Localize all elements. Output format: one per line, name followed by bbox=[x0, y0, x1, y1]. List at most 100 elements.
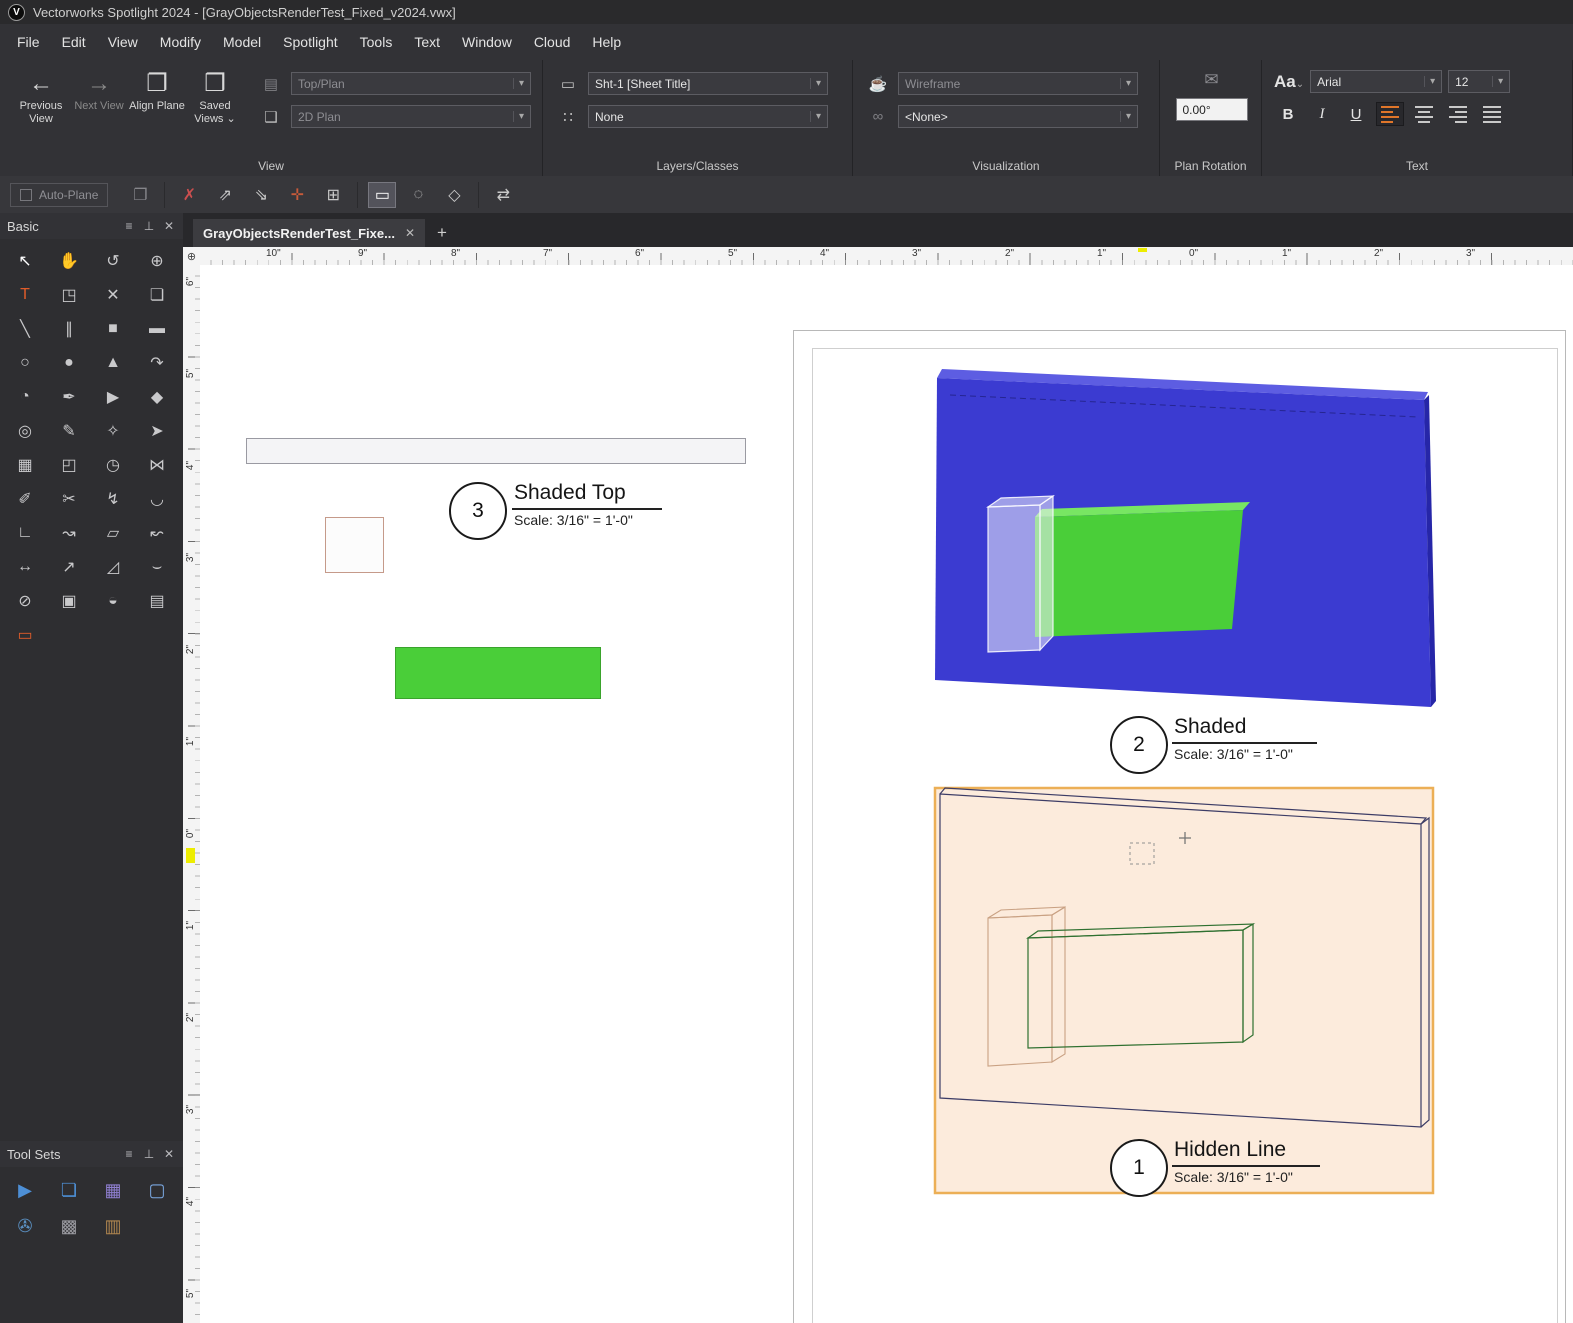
sketch-arrow-tool[interactable]: ↗ bbox=[47, 550, 91, 584]
font-style-icon[interactable]: Aa⌄ bbox=[1274, 72, 1304, 92]
polygon-marquee-icon[interactable]: ◇ bbox=[440, 182, 468, 208]
drawing-label-number[interactable]: 1 bbox=[1110, 1139, 1168, 1197]
menu-text[interactable]: Text bbox=[403, 27, 451, 57]
star-tool[interactable]: ✧ bbox=[91, 414, 135, 448]
menu-spotlight[interactable]: Spotlight bbox=[272, 27, 348, 57]
previous-view-button[interactable]: ← Previous View bbox=[12, 70, 70, 154]
freehand-tool[interactable]: ✎ bbox=[47, 414, 91, 448]
font-size-dropdown[interactable]: 12 ▾ bbox=[1448, 70, 1511, 93]
shear-tool[interactable]: ↜ bbox=[135, 516, 179, 550]
layer-dropdown[interactable]: Sht-1 [Sheet Title] ▾ bbox=[588, 72, 828, 95]
drawing-label[interactable]: Hidden Line Scale: 3/16" = 1'-0" bbox=[1172, 1138, 1320, 1185]
pen-tool[interactable]: ✒ bbox=[47, 380, 91, 414]
corner-tool[interactable]: ∟ bbox=[3, 516, 47, 550]
callout-tool[interactable]: ◳ bbox=[47, 278, 91, 312]
menu-window[interactable]: Window bbox=[451, 27, 523, 57]
eyedropper-tool[interactable]: ✐ bbox=[3, 482, 47, 516]
menu-help[interactable]: Help bbox=[581, 27, 632, 57]
lasso-marquee-icon[interactable]: ◌ bbox=[404, 182, 432, 208]
auto-plane-toggle[interactable]: Auto-Plane bbox=[10, 182, 109, 207]
move-3d-constraint-icon[interactable]: ⇘ bbox=[247, 182, 275, 208]
circle-tool[interactable]: ○ bbox=[3, 346, 47, 380]
small-square-shape[interactable] bbox=[325, 517, 384, 573]
quarter-arc-tool[interactable]: ◔ bbox=[3, 380, 47, 414]
prohibit-tool[interactable]: ⊘ bbox=[3, 584, 47, 618]
viewport-1-hidden-line[interactable] bbox=[933, 786, 1435, 1195]
polygon-tool[interactable]: ◆ bbox=[135, 380, 179, 414]
drawing-label-number[interactable]: 3 bbox=[449, 482, 507, 540]
palette-pin-icon[interactable]: ⊥ bbox=[142, 1147, 156, 1161]
empty-rectangle-shape[interactable] bbox=[246, 438, 746, 464]
align-plane-toggle-icon[interactable]: ⊞ bbox=[319, 182, 347, 208]
spotlight-instrument-tool[interactable]: ▶ bbox=[3, 1172, 47, 1208]
menu-edit[interactable]: Edit bbox=[51, 27, 97, 57]
palette-menu-icon[interactable]: ≡ bbox=[122, 1147, 136, 1161]
banner-tool[interactable]: ▶ bbox=[91, 380, 135, 414]
clip-corner-tool[interactable]: ◿ bbox=[91, 550, 135, 584]
protractor-tool[interactable]: ◒ bbox=[91, 584, 135, 618]
spiral-tool[interactable]: ◎ bbox=[3, 414, 47, 448]
ruler-origin-corner[interactable]: ⊕ bbox=[183, 247, 201, 266]
viewport-tool[interactable]: ▣ bbox=[47, 584, 91, 618]
resize-constraint-icon[interactable]: ⇗ bbox=[211, 182, 239, 208]
palette-close-icon[interactable]: ✕ bbox=[162, 219, 176, 233]
projector-tool[interactable]: ▥ bbox=[91, 1208, 135, 1244]
tab-close-icon[interactable]: ✕ bbox=[405, 226, 415, 240]
font-dropdown[interactable]: Arial ▾ bbox=[1310, 70, 1443, 93]
mirror-tool[interactable]: ⋈ bbox=[135, 448, 179, 482]
document-tab[interactable]: GrayObjectsRenderTest_Fixe... ✕ bbox=[193, 219, 426, 247]
align-left-button[interactable] bbox=[1376, 102, 1404, 126]
extract-tool[interactable]: ◰ bbox=[47, 448, 91, 482]
snap-disable-icon[interactable]: ✗ bbox=[175, 182, 203, 208]
lighting-position-tool[interactable]: ❏ bbox=[47, 1172, 91, 1208]
palette-menu-icon[interactable]: ≡ bbox=[122, 219, 136, 233]
palette-close-icon[interactable]: ✕ bbox=[162, 1147, 176, 1161]
flyover-tool[interactable]: ↺ bbox=[91, 244, 135, 278]
drawing-label[interactable]: Shaded Top Scale: 3/16" = 1'-0" bbox=[512, 481, 662, 528]
double-line-tool[interactable]: ∥ bbox=[47, 312, 91, 346]
saved-views-button[interactable]: ❒ Saved Views ⌄ bbox=[186, 70, 244, 154]
underline-button[interactable]: U bbox=[1342, 102, 1370, 126]
magic-sheet-tool[interactable]: ▦ bbox=[91, 1172, 135, 1208]
paint-roller-tool[interactable]: ▭ bbox=[3, 618, 47, 652]
planar-graphics-icon[interactable]: ❐ bbox=[126, 182, 154, 208]
locus-tool[interactable]: ➤ bbox=[135, 414, 179, 448]
stacked-views-tool[interactable]: ❏ bbox=[135, 278, 179, 312]
plan-rotation-input[interactable]: 0.00° bbox=[1175, 98, 1248, 121]
eraser-tool[interactable]: ▱ bbox=[91, 516, 135, 550]
drawing-canvas[interactable]: 3 Shaded Top Scale: 3/16" = 1'-0" 2 Shad… bbox=[200, 265, 1573, 1323]
align-right-button[interactable] bbox=[1444, 102, 1472, 126]
drawing-label-number[interactable]: 2 bbox=[1110, 716, 1168, 774]
trim-tool[interactable]: ✂ bbox=[47, 482, 91, 516]
pane-swap-icon[interactable]: ⇄ bbox=[489, 182, 517, 208]
zoom-tool[interactable]: ⊕ bbox=[135, 244, 179, 278]
delete-vertex-tool[interactable]: ✕ bbox=[91, 278, 135, 312]
bold-button[interactable]: B bbox=[1274, 102, 1302, 126]
connect-combine-tool[interactable]: ↯ bbox=[91, 482, 135, 516]
fillet-tool[interactable]: ◡ bbox=[135, 482, 179, 516]
align-plane-button[interactable]: ❐ Align Plane bbox=[128, 70, 186, 154]
green-rectangle-shape[interactable] bbox=[395, 647, 601, 699]
oval-tool[interactable]: ● bbox=[47, 346, 91, 380]
menu-tools[interactable]: Tools bbox=[349, 27, 404, 57]
menu-cloud[interactable]: Cloud bbox=[523, 27, 582, 57]
view-mode-dropdown[interactable]: Top/Plan ▾ bbox=[291, 72, 531, 95]
align-justify-button[interactable] bbox=[1478, 102, 1506, 126]
camera-tool[interactable]: ✇ bbox=[3, 1208, 47, 1244]
align-center-button[interactable] bbox=[1410, 102, 1438, 126]
pan-tool[interactable]: ✋ bbox=[47, 244, 91, 278]
triangle-tool[interactable]: ▲ bbox=[91, 346, 135, 380]
rectangle-tool[interactable]: ■ bbox=[91, 312, 135, 346]
truss-tool[interactable]: ▩ bbox=[47, 1208, 91, 1244]
background-render-dropdown[interactable]: <None> ▾ bbox=[898, 105, 1138, 128]
arc-by-points-tool[interactable]: ↷ bbox=[135, 346, 179, 380]
dimension-tool[interactable]: ↔ bbox=[3, 550, 47, 584]
drawing-label[interactable]: Shaded Scale: 3/16" = 1'-0" bbox=[1172, 715, 1317, 762]
grid-tool[interactable]: ▦ bbox=[3, 448, 47, 482]
section-tool[interactable]: ▤ bbox=[135, 584, 179, 618]
next-view-button[interactable]: → Next View bbox=[70, 70, 128, 154]
italic-button[interactable]: I bbox=[1308, 102, 1336, 126]
offset-tool[interactable]: ↝ bbox=[47, 516, 91, 550]
projection-dropdown[interactable]: 2D Plan ▾ bbox=[291, 105, 531, 128]
selection-tool[interactable]: ↖ bbox=[3, 244, 47, 278]
